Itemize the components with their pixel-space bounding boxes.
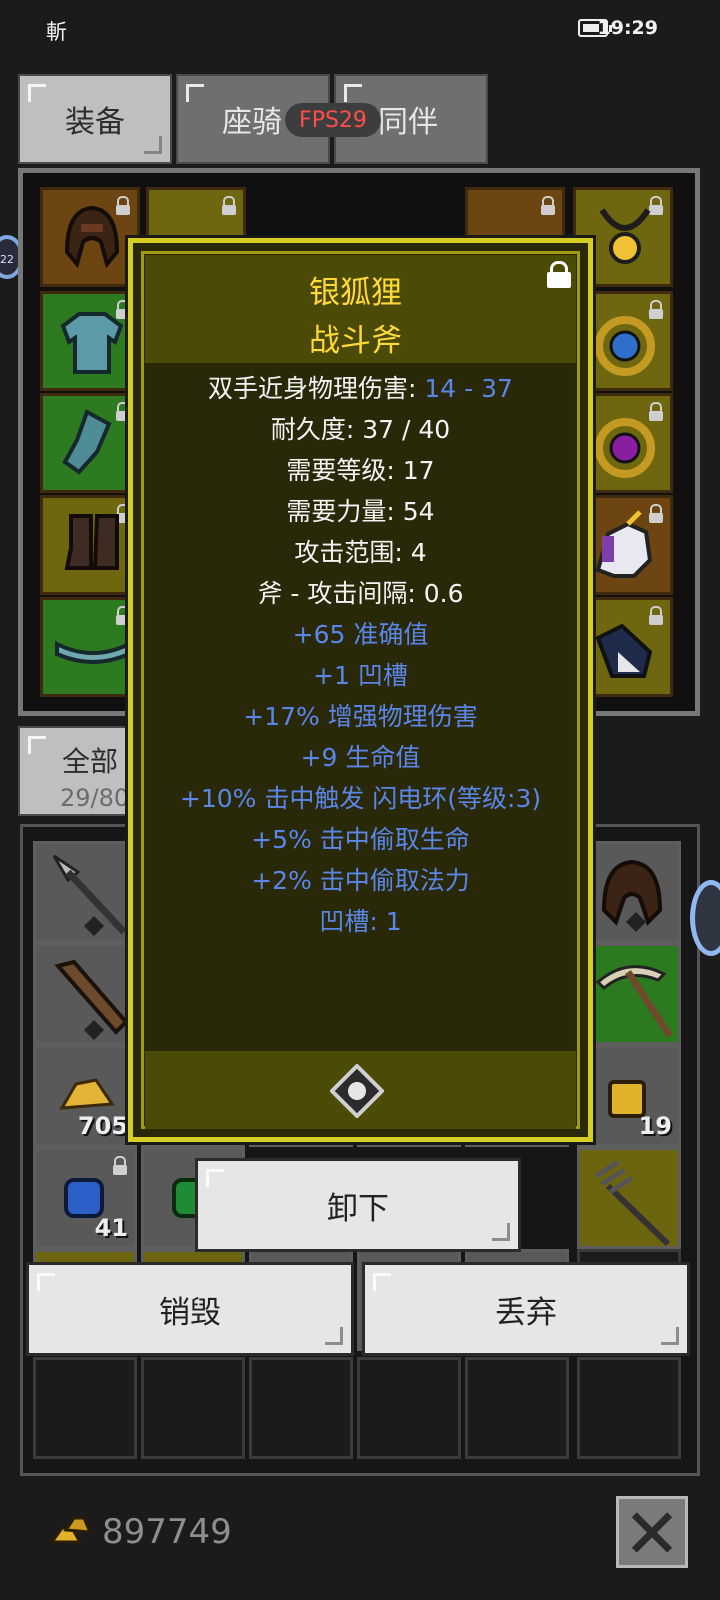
item-tooltip: 银狐狸 战斗斧 双手近身物理伤害: 14 - 37 耐久度: 37 / 40 需… <box>128 238 593 1142</box>
halberd-icon <box>52 854 127 936</box>
mod-physical-damage: +17% 增强物理伤害 <box>243 702 478 731</box>
bag-cell-empty[interactable] <box>465 1357 569 1459</box>
mod-mana-steal: +2% 击中偷取法力 <box>251 866 470 895</box>
tab-equipment[interactable]: 装备 <box>18 74 172 164</box>
belt-icon <box>55 640 131 664</box>
drop-button[interactable]: 丢弃 <box>362 1262 690 1356</box>
bag-cell-sapphire[interactable]: 41 <box>33 1147 137 1249</box>
gold-ore-icon <box>59 1078 115 1110</box>
tab-companion-label: 同伴 <box>378 105 438 140</box>
bag-cell-empty[interactable] <box>141 1357 245 1459</box>
gold-amount: 897749 <box>102 1512 232 1552</box>
gold-coins-icon <box>50 1516 90 1544</box>
club-icon <box>54 959 129 1040</box>
bag-cell-gold-ore[interactable]: 705 <box>33 1045 137 1147</box>
status-bar: 斬 19:29 <box>0 0 720 58</box>
slot-armor[interactable] <box>40 291 140 391</box>
mod-socket: +1 凹槽 <box>313 661 408 690</box>
bag-tab-label: 全部 <box>62 745 119 778</box>
destroy-button[interactable]: 销毁 <box>26 1262 354 1356</box>
item-name: 银狐狸 <box>309 275 402 311</box>
helmet-icon <box>64 205 120 269</box>
item-count: 705 <box>77 1112 128 1140</box>
tab-equipment-label: 装备 <box>65 105 125 140</box>
lock-icon <box>541 196 555 215</box>
unicorn-icon <box>595 510 653 578</box>
stat-attack-range: 攻击范围: 4 <box>294 538 427 567</box>
item-count: 19 <box>638 1112 672 1140</box>
bird-icon <box>595 623 653 678</box>
trident-icon <box>594 1159 671 1246</box>
bag-cell-trident[interactable] <box>577 1147 681 1249</box>
lock-icon <box>113 1156 127 1175</box>
stat-required-level: 需要等级: 17 <box>286 456 435 485</box>
boots-icon <box>64 514 119 570</box>
bag-cell-halberd[interactable] <box>33 841 137 943</box>
helmet-dark-icon <box>601 859 663 932</box>
damage-line: 双手近身物理伤害: 14 - 37 <box>133 376 588 401</box>
unequip-button[interactable]: 卸下 <box>195 1158 521 1252</box>
slot-boots[interactable] <box>40 495 140 595</box>
mod-accuracy: +65 准确值 <box>292 620 429 649</box>
bag-cell-empty[interactable] <box>33 1357 137 1459</box>
stat-required-strength: 需要力量: 54 <box>286 497 435 526</box>
damage-value: 14 - 37 <box>424 374 513 403</box>
mod-life: +9 生命值 <box>300 743 421 772</box>
socket-gem-icon[interactable] <box>330 1064 384 1118</box>
bag-cell-empty[interactable] <box>357 1357 461 1459</box>
pickaxe-icon <box>595 965 673 1038</box>
item-count: 41 <box>94 1214 128 1242</box>
bag-cell-empty[interactable] <box>577 1357 681 1459</box>
slot-belt[interactable] <box>40 597 140 697</box>
stat-durability: 耐久度: 37 / 40 <box>270 415 451 444</box>
ring-purple-icon <box>595 418 655 478</box>
damage-label: 双手近身物理伤害: <box>208 374 425 403</box>
bag-cell-empty[interactable] <box>249 1357 353 1459</box>
bag-cell-club[interactable] <box>33 943 137 1045</box>
fps-badge: FPS29 <box>285 103 381 137</box>
status-time: 19:29 <box>597 17 658 39</box>
stat-attack-interval: 斧 - 攻击间隔: 0.6 <box>257 579 464 608</box>
amulet-icon <box>599 208 651 264</box>
slot-helmet[interactable] <box>40 187 140 287</box>
chainmail-icon <box>60 312 124 374</box>
mod-lightning-ring: +10% 击中触发 闪电环(等级:3) <box>179 784 542 813</box>
gloves-icon <box>62 409 112 475</box>
status-left-text: 斬 <box>46 20 67 44</box>
mod-life-steal: +5% 击中偷取生命 <box>251 825 470 854</box>
socket-count: 凹槽: 1 <box>319 907 402 936</box>
ring-blue-icon <box>595 316 655 376</box>
tab-mount-label: 座骑 <box>222 105 282 140</box>
lock-icon <box>222 196 236 215</box>
close-button[interactable] <box>616 1496 688 1568</box>
slot-gloves[interactable] <box>40 393 140 493</box>
bag-count: 29/80 <box>60 784 130 812</box>
item-type: 战斗斧 <box>309 323 402 359</box>
